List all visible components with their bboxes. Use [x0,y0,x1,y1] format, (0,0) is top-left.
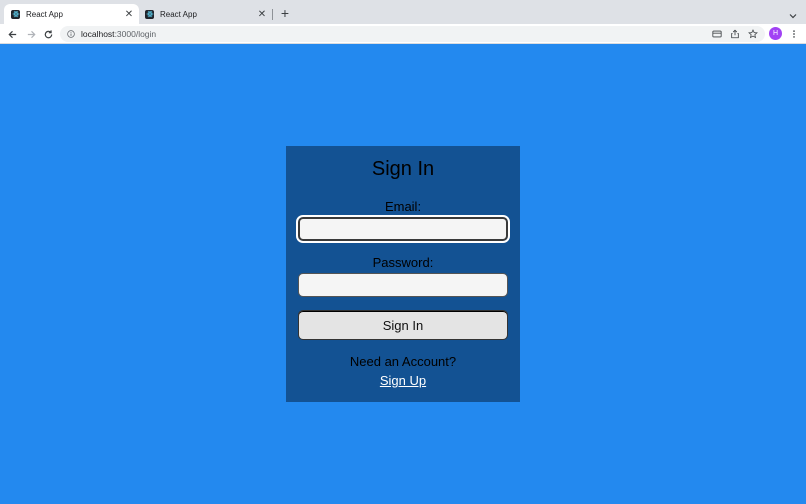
tab-separator [272,9,273,20]
url-path: :3000/login [114,29,157,39]
tab-active[interactable]: React App ✕ [4,4,139,24]
tab-title: React App [26,9,63,19]
close-icon[interactable]: ✕ [123,8,135,20]
need-account-text: Need an Account? [349,354,457,369]
share-icon[interactable] [729,28,741,40]
tab-strip: React App ✕ React App ✕ + [0,0,806,24]
page-title: Sign In [371,158,435,180]
menu-dots-icon[interactable] [788,28,800,40]
sign-in-button[interactable]: Sign In [298,310,508,340]
email-label: Email: [384,199,422,214]
email-field[interactable] [296,215,510,243]
close-icon[interactable]: ✕ [256,8,268,20]
password-label: Password: [372,255,434,270]
password-field[interactable] [298,273,508,297]
url-host: localhost [81,29,115,39]
tab-inactive[interactable]: React App ✕ [139,4,272,24]
tab-title: React App [160,9,197,19]
profile-avatar[interactable]: H [769,27,782,40]
info-icon[interactable] [67,30,75,38]
back-arrow-icon[interactable] [6,28,18,40]
forward-arrow-icon[interactable] [25,28,37,40]
reload-icon[interactable] [42,28,54,40]
browser-toolbar: localhost:3000/login H [0,24,806,44]
address-bar[interactable]: localhost:3000/login [60,26,765,42]
chevron-down-icon[interactable] [788,8,798,19]
sign-up-link[interactable]: Sign Up [380,373,426,388]
card-icon[interactable] [711,28,723,40]
sign-up-link-wrap: Sign Up [0,373,806,388]
bookmark-star-icon[interactable] [747,28,759,40]
new-tab-plus-icon[interactable]: + [278,5,292,21]
react-logo-icon [145,9,154,19]
react-logo-icon [11,9,20,19]
